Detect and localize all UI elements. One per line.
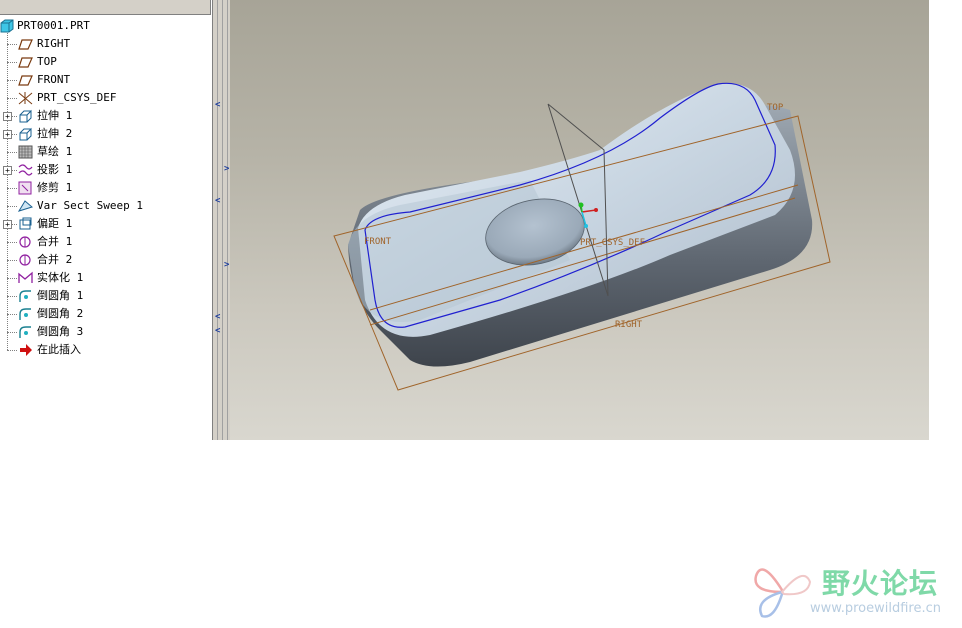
tree-item-label: 拉伸 2 [37, 127, 73, 140]
tree-item[interactable]: 合并 2 [0, 251, 212, 269]
extrude-icon [18, 127, 33, 141]
tree-item[interactable]: 合并 1 [0, 233, 212, 251]
solidify-icon [18, 271, 33, 285]
tree-item-label: TOP [37, 55, 57, 68]
tree-item[interactable]: TOP [0, 53, 212, 71]
tree-item-label: 草绘 1 [37, 145, 73, 158]
watermark: 野火论坛 www.proewildfire.cn [752, 560, 957, 622]
datum-label-front: FRONT [364, 237, 392, 247]
collapse-left-icon[interactable]: < [215, 100, 223, 110]
model-tree-panel: PRT0001.PRT RIGHT TOP FRONT PRT_CSYS_DEF + 拉伸… [0, 0, 212, 440]
tree-item[interactable]: + 拉伸 2 [0, 125, 212, 143]
graphics-viewport[interactable]: TOP FRONT RIGHT PRT_CSYS_DEF [230, 0, 929, 440]
tree-item[interactable]: 倒圆角 3 [0, 323, 212, 341]
round-icon [18, 307, 33, 321]
datum-plane-icon [18, 55, 33, 69]
datum-plane-icon [18, 37, 33, 51]
tree-item[interactable]: RIGHT [0, 35, 212, 53]
tree-item-label: 实体化 1 [37, 271, 84, 284]
tree-item[interactable]: Var Sect Sweep 1 [0, 197, 212, 215]
insert-here-arrow-icon [18, 343, 33, 357]
tree-item-label: 合并 2 [37, 253, 73, 266]
merge-icon [18, 235, 33, 249]
tree-item-label: 投影 1 [37, 163, 73, 176]
tree-item-label: RIGHT [37, 37, 71, 50]
watermark-title: 野火论坛 [822, 567, 939, 600]
tree-item[interactable]: PRT_CSYS_DEF [0, 89, 212, 107]
tree-item-label: 修剪 1 [37, 181, 73, 194]
collapse-left-icon[interactable]: < [215, 326, 223, 336]
collapse-left-icon[interactable]: < [215, 312, 223, 322]
coordinate-system-icon [18, 91, 33, 105]
expand-plus-icon[interactable]: + [3, 112, 12, 121]
round-icon [18, 289, 33, 303]
tree-item-label: 偏距 1 [37, 217, 73, 230]
tree-item-label: 合并 1 [37, 235, 73, 248]
tree-item-label: 倒圆角 2 [37, 307, 84, 320]
sweep-icon [17, 199, 34, 213]
tree-item-label: Var Sect Sweep 1 [37, 199, 143, 212]
datum-label-right: RIGHT [615, 320, 643, 330]
expand-plus-icon[interactable]: + [3, 130, 12, 139]
part-icon [0, 19, 15, 33]
trim-icon [18, 181, 33, 195]
tree-item[interactable]: 在此插入 [0, 341, 212, 359]
tree-item[interactable]: 草绘 1 [0, 143, 212, 161]
tree-item-label: 倒圆角 1 [37, 289, 84, 302]
tree-item-label: 倒圆角 3 [37, 325, 84, 338]
tree-item-label: FRONT [37, 73, 71, 86]
datum-label-top: TOP [767, 103, 784, 113]
csys-label: PRT_CSYS_DEF [580, 238, 645, 248]
extrude-icon [18, 109, 33, 123]
projection-icon [18, 163, 33, 177]
tree-item[interactable]: + 偏距 1 [0, 215, 212, 233]
merge-icon [18, 253, 33, 267]
collapse-left-icon[interactable]: < [215, 196, 223, 206]
model-tree-header [0, 0, 211, 15]
tree-item[interactable]: + 拉伸 1 [0, 107, 212, 125]
tree-item-root-label: PRT0001.PRT [17, 19, 90, 32]
expand-plus-icon[interactable]: + [3, 166, 12, 175]
butterfly-logo-icon [754, 568, 812, 618]
tree-item-label: PRT_CSYS_DEF [37, 91, 117, 104]
tree-item[interactable]: 修剪 1 [0, 179, 212, 197]
round-icon [18, 325, 33, 339]
tree-item[interactable]: + 投影 1 [0, 161, 212, 179]
model-3d-view[interactable]: TOP FRONT RIGHT PRT_CSYS_DEF [230, 0, 929, 440]
offset-icon [18, 217, 33, 231]
watermark-url: www.proewildfire.cn [810, 601, 941, 616]
tree-item-label: 拉伸 1 [37, 109, 73, 122]
tree-item-root[interactable]: PRT0001.PRT [0, 17, 212, 35]
tree-item[interactable]: FRONT [0, 71, 212, 89]
sketch-icon [18, 145, 33, 159]
tree-item[interactable]: 倒圆角 2 [0, 305, 212, 323]
tree-item[interactable]: 倒圆角 1 [0, 287, 212, 305]
tree-item[interactable]: 实体化 1 [0, 269, 212, 287]
datum-plane-icon [18, 73, 33, 87]
panel-sash[interactable]: < > < > < < [212, 0, 231, 440]
tree-item-label: 在此插入 [37, 343, 81, 356]
expand-plus-icon[interactable]: + [3, 220, 12, 229]
